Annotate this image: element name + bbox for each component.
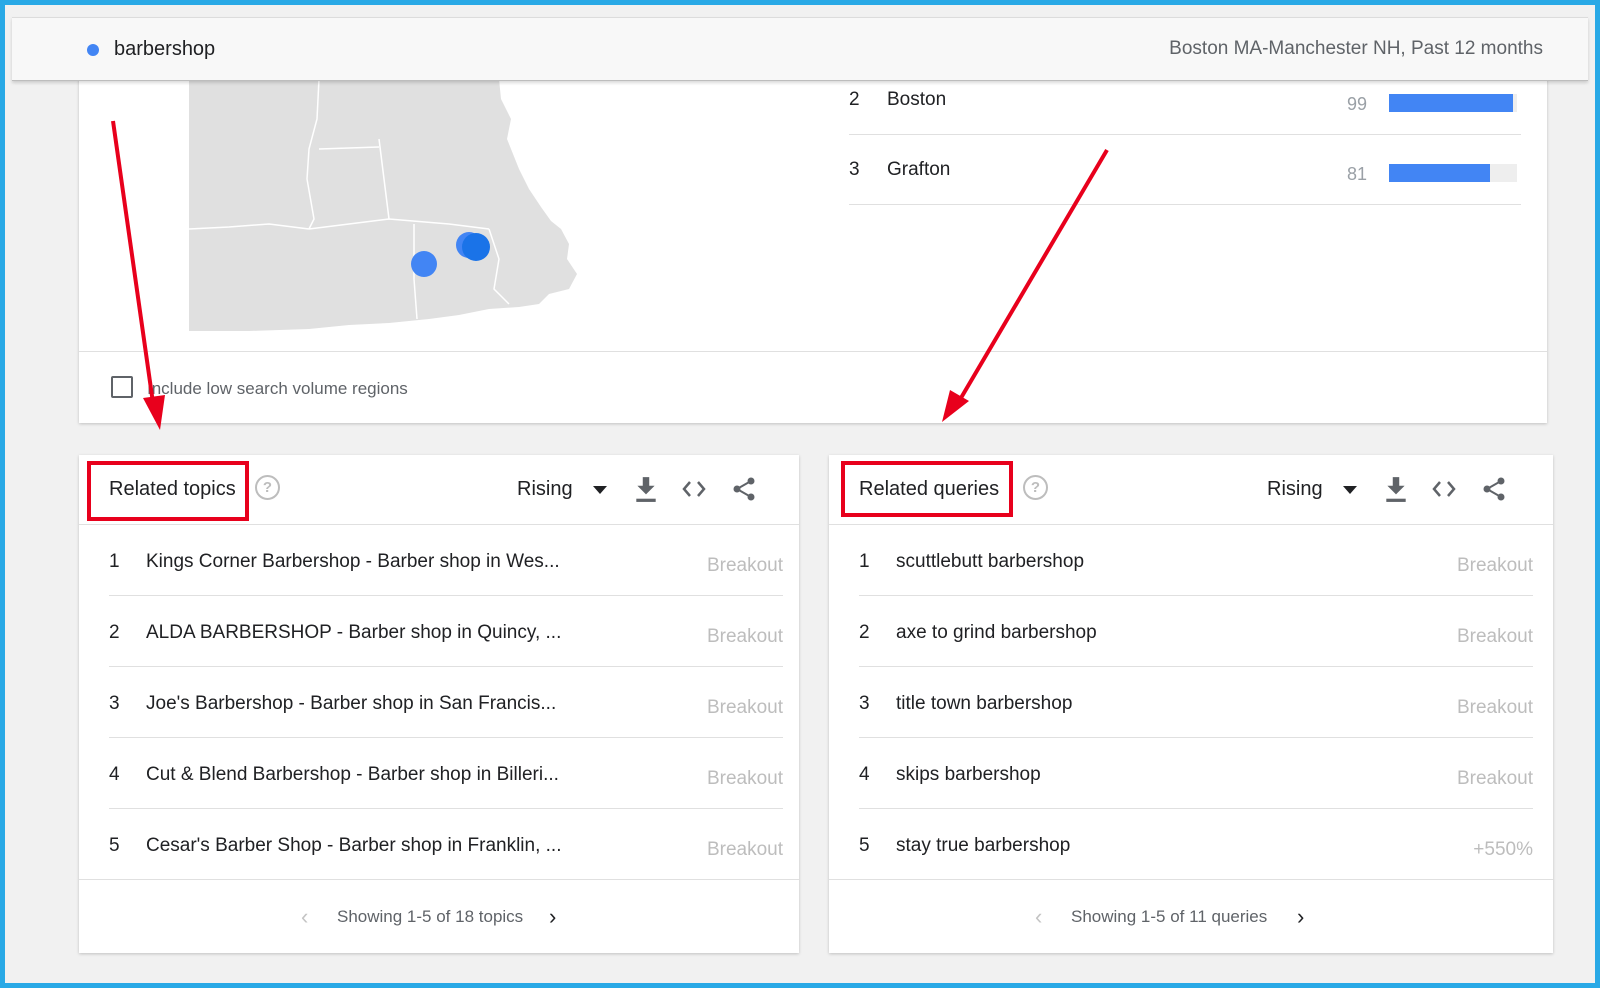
pagination-label: Showing 1-5 of 18 topics (337, 907, 524, 926)
query-row[interactable]: 5 stay true barbershop +550% (859, 809, 1533, 880)
query-row[interactable]: 2 axe to grind barbershop Breakout (859, 596, 1533, 667)
help-circle-icon[interactable]: ? (255, 475, 280, 500)
download-icon[interactable] (633, 475, 659, 503)
caret-down-icon[interactable] (593, 486, 607, 494)
pagination: ‹ Showing 1-5 of 11 queries › (829, 879, 1553, 953)
term-color-dot (87, 44, 99, 56)
chevron-right-icon[interactable]: › (1297, 904, 1304, 930)
query-row[interactable]: 1 scuttlebutt barbershop Breakout (859, 525, 1533, 596)
pagination: ‹ Showing 1-5 of 18 topics › (79, 879, 799, 953)
related-topics-panel: Related topics ? Rising 1 Kings Corner B… (79, 455, 799, 953)
query-row[interactable]: 3 title town barbershop Breakout (859, 667, 1533, 738)
low-volume-checkbox[interactable] (111, 376, 133, 398)
map-land (189, 79, 577, 331)
low-volume-label[interactable]: Include low search volume regions (147, 379, 408, 399)
topic-row[interactable]: 1 Kings Corner Barbershop - Barber shop … (109, 525, 783, 596)
interest-by-subregion-card: 2 Boston 99 3 Grafton 81 Include low sea… (79, 65, 1547, 423)
region-row[interactable]: 3 Grafton 81 (849, 135, 1521, 205)
embed-code-icon[interactable] (1431, 475, 1457, 503)
topic-row[interactable]: 4 Cut & Blend Barbershop - Barber shop i… (109, 738, 783, 809)
map-footer: Include low search volume regions (79, 351, 1547, 423)
region-map[interactable] (189, 79, 579, 331)
related-queries-panel: Related queries ? Rising 1 scuttlebutt b… (829, 455, 1553, 953)
map-marker (411, 251, 437, 277)
highlight-box-related-queries (841, 461, 1013, 517)
filter-dropdown[interactable]: Rising (517, 478, 573, 501)
interest-bar (1389, 94, 1517, 112)
pagination-label: Showing 1-5 of 11 queries (1071, 907, 1268, 926)
chevron-left-icon[interactable]: ‹ (1035, 904, 1042, 930)
query-row[interactable]: 4 skips barbershop Breakout (859, 738, 1533, 809)
caret-down-icon[interactable] (1343, 486, 1357, 494)
share-icon[interactable] (731, 475, 757, 503)
map-marker (462, 233, 490, 261)
search-term[interactable]: barbershop (114, 38, 215, 61)
share-icon[interactable] (1481, 475, 1507, 503)
filter-dropdown[interactable]: Rising (1267, 478, 1323, 501)
topic-row[interactable]: 3 Joe's Barbershop - Barber shop in San … (109, 667, 783, 738)
chevron-right-icon[interactable]: › (549, 904, 556, 930)
interest-bar (1389, 164, 1517, 182)
highlight-box-related-topics (87, 461, 249, 521)
topic-row[interactable]: 2 ALDA BARBERSHOP - Barber shop in Quinc… (109, 596, 783, 667)
region-period-label[interactable]: Boston MA-Manchester NH, Past 12 months (1169, 38, 1543, 60)
region-rank-list: 2 Boston 99 3 Grafton 81 (849, 65, 1521, 205)
topic-row[interactable]: 5 Cesar's Barber Shop - Barber shop in F… (109, 809, 783, 880)
chevron-left-icon[interactable]: ‹ (301, 904, 308, 930)
download-icon[interactable] (1383, 475, 1409, 503)
embed-code-icon[interactable] (681, 475, 707, 503)
screenshot-frame: barbershop Boston MA-Manchester NH, Past… (0, 0, 1600, 988)
sticky-header: barbershop Boston MA-Manchester NH, Past… (12, 17, 1588, 81)
help-circle-icon[interactable]: ? (1023, 475, 1048, 500)
